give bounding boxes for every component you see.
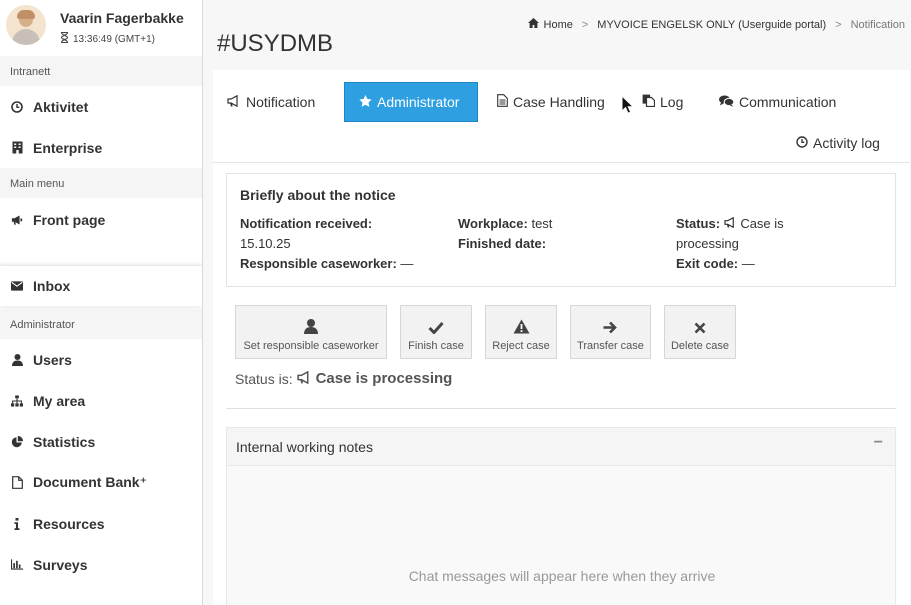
file-icon: [11, 476, 23, 490]
case-status-line: Status is: Case is processing: [235, 370, 453, 387]
copy-icon: [642, 94, 656, 110]
sidebar-item-my-area[interactable]: My area: [0, 380, 202, 421]
tab-communication[interactable]: Communication: [705, 82, 850, 122]
collapse-toggle[interactable]: −: [874, 434, 883, 452]
sidebar-item-document-bank[interactable]: Document Bank⁺: [0, 462, 202, 503]
building-icon: [11, 141, 23, 155]
tab-activity-log[interactable]: Activity log: [782, 123, 894, 163]
sidebar-item-statistics[interactable]: Statistics: [0, 421, 202, 462]
section-administrator: Administrator: [0, 309, 202, 339]
tab-log[interactable]: Log: [628, 82, 697, 122]
notice-summary: Briefly about the notice Notification re…: [226, 173, 896, 287]
section-main-menu: Main menu: [0, 168, 202, 198]
star-icon: [359, 94, 372, 110]
clock-icon: [796, 135, 808, 151]
status-value: Case is: [740, 216, 784, 231]
home-icon: [527, 18, 539, 31]
tab-bar: Notification Administrator Case Handling…: [213, 82, 910, 162]
tab-administrator[interactable]: Administrator: [344, 82, 478, 122]
case-content: Notification Administrator Case Handling…: [213, 70, 910, 605]
breadcrumb: Home > MYVOICE ENGELSK ONLY (Userguide p…: [527, 18, 905, 31]
breadcrumb-portal[interactable]: MYVOICE ENGELSK ONLY (Userguide portal): [597, 19, 826, 31]
user-name: Vaarin Fagerbakke: [60, 10, 184, 26]
sidebar-item-aktivitet[interactable]: Aktivitet: [0, 86, 202, 127]
bullhorn-icon: [724, 216, 741, 231]
sidebar-item-enterprise[interactable]: Enterprise: [0, 127, 202, 168]
breadcrumb-current: Notification: [850, 18, 905, 31]
received-date: 15.10.25: [240, 236, 291, 251]
check-icon: [428, 321, 444, 337]
sidebar-item-front-page[interactable]: Front page: [0, 198, 202, 242]
tab-case-handling[interactable]: Case Handling: [483, 82, 619, 122]
chat-empty-message: Chat messages will appear here when they…: [408, 568, 716, 584]
user-panel: Vaarin Fagerbakke 13:36:49 (GMT+1): [0, 0, 202, 56]
page-title: #USYDMB: [217, 30, 334, 57]
clock-icon: [11, 100, 23, 114]
reject-case-button[interactable]: Reject case: [485, 305, 557, 359]
mouse-cursor-icon: [621, 94, 635, 120]
comments-icon: [719, 94, 735, 110]
warning-icon: [513, 319, 530, 337]
internal-notes-panel: Internal working notes − Chat messages w…: [226, 427, 896, 605]
sidebar-item-resources[interactable]: Resources: [0, 503, 202, 544]
internal-notes-title: Internal working notes: [236, 439, 373, 455]
envelope-icon: [11, 279, 23, 293]
sidebar-item-surveys[interactable]: Surveys: [0, 544, 202, 585]
responsible-caseworker: —: [400, 256, 414, 271]
user-icon: [11, 353, 23, 367]
breadcrumb-home[interactable]: Home: [544, 19, 573, 31]
set-responsible-caseworker-button[interactable]: Set responsible caseworker: [235, 305, 387, 359]
bullhorn-icon: [227, 94, 241, 110]
user-time: 13:36:49 (GMT+1): [60, 31, 184, 46]
arrow-right-icon: [603, 321, 618, 337]
workplace-value: test: [531, 216, 553, 231]
bullhorn-icon: [11, 213, 23, 227]
sidebar-item-inbox[interactable]: Inbox: [0, 266, 202, 306]
exit-code: —: [741, 256, 755, 271]
avatar[interactable]: [6, 5, 46, 45]
sidebar: Vaarin Fagerbakke 13:36:49 (GMT+1) Intra…: [0, 0, 203, 605]
main-area: Home > MYVOICE ENGELSK ONLY (Userguide p…: [203, 0, 911, 605]
case-status-value: Case is processing: [315, 370, 453, 387]
close-icon: [694, 322, 706, 337]
transfer-case-button[interactable]: Transfer case: [570, 305, 651, 359]
notice-title: Briefly about the notice: [240, 187, 396, 203]
finish-case-button[interactable]: Finish case: [400, 305, 472, 359]
user-icon: [304, 319, 318, 337]
info-icon: [11, 517, 23, 531]
internal-notes-header[interactable]: Internal working notes −: [227, 428, 895, 466]
delete-case-button[interactable]: Delete case: [664, 305, 736, 359]
file-text-icon: [497, 94, 508, 110]
bullhorn-icon: [296, 370, 312, 387]
hourglass-icon: [60, 31, 69, 46]
section-intranet: Intranett: [0, 56, 202, 86]
tab-notification[interactable]: Notification: [213, 82, 329, 122]
bar-chart-icon: [11, 558, 23, 572]
pie-chart-icon: [11, 435, 23, 449]
sitemap-icon: [11, 394, 23, 408]
sidebar-item-users[interactable]: Users: [0, 339, 202, 380]
